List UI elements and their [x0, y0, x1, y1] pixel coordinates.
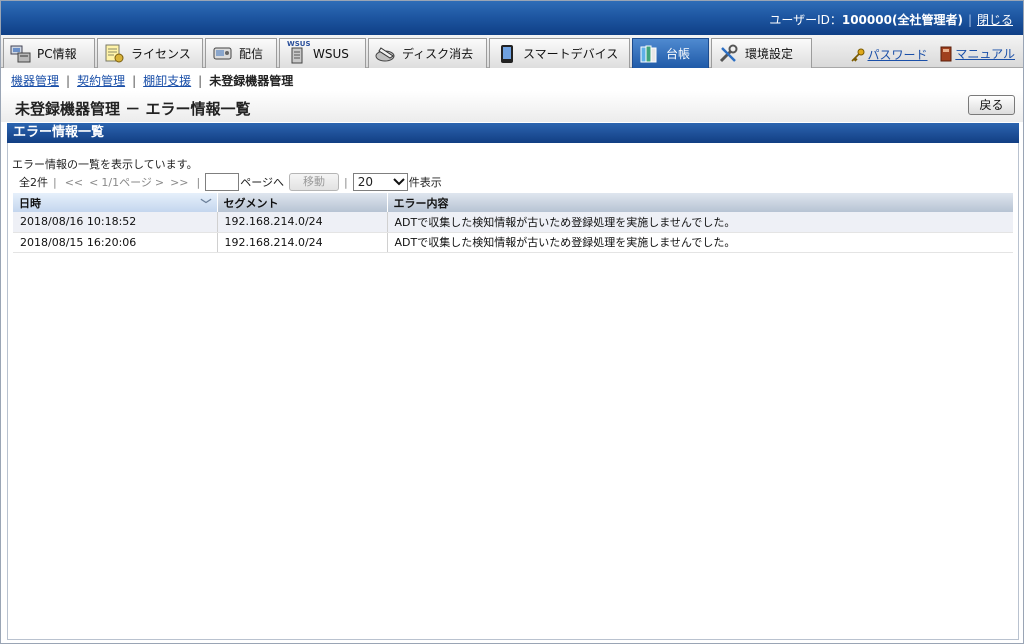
breadcrumb-inventory-support[interactable]: 棚卸支援 — [143, 74, 191, 88]
breadcrumb-contract-management[interactable]: 契約管理 — [77, 74, 125, 88]
smart-device-icon — [496, 44, 518, 64]
page-number-input[interactable] — [205, 173, 240, 191]
tab-label: スマートデバイス — [523, 47, 619, 61]
back-button[interactable]: 戻る — [968, 95, 1015, 115]
pager-separator: | — [196, 175, 201, 189]
page-size-select[interactable]: 20 — [352, 173, 408, 191]
tab-label: WSUS — [313, 46, 349, 61]
page-size-value: 20 — [357, 175, 374, 189]
tab-label: ディスク消去 — [402, 47, 474, 61]
pc-icon — [10, 44, 32, 64]
top-header-bar: ユーザーID：100000(全社管理者) | 閉じる — [1, 1, 1023, 35]
tab-label: ライセンス — [131, 47, 191, 61]
cell-datetime: 2018/08/16 10:18:52 — [13, 212, 218, 233]
ledger-icon — [639, 44, 661, 64]
settings-icon — [718, 44, 740, 64]
first-page-button[interactable]: << — [65, 176, 83, 189]
tab-label: 環境設定 — [745, 47, 794, 61]
tab-pc-info[interactable]: PC情報 — [3, 38, 95, 68]
user-id-label: ユーザーID： — [769, 13, 842, 27]
app-window: ユーザーID：100000(全社管理者) | 閉じる PC情報 ライセンス 配信 W… — [0, 0, 1024, 644]
prev-page-button[interactable]: < — [89, 176, 98, 189]
table-header-row: 日時 ﹀ セグメント エラー内容 — [13, 193, 1013, 212]
user-info: ユーザーID：100000(全社管理者) | 閉じる — [769, 11, 1013, 28]
header-separator: | — [967, 13, 972, 27]
column-header-datetime[interactable]: 日時 ﹀ — [13, 193, 218, 212]
wsus-icon: WSUS — [286, 40, 311, 64]
user-id-value: 100000(全社管理者) — [841, 13, 963, 27]
manual-link-group: マニュアル — [939, 45, 1015, 62]
chevron-down-icon — [393, 178, 405, 186]
tab-smart-device[interactable]: スマートデバイス — [489, 38, 630, 68]
page-info: 1/1ページ — [101, 176, 152, 189]
column-header-segment[interactable]: セグメント — [217, 193, 388, 212]
breadcrumb-separator: | — [132, 74, 137, 88]
cell-error: ADTで収集した検知情報が古いため登録処理を実施しませんでした。 — [387, 232, 1013, 253]
list-description: エラー情報の一覧を表示しています。 — [12, 158, 198, 171]
delivery-icon — [212, 44, 234, 64]
disk-erase-icon — [375, 44, 397, 64]
section-header: エラー情報一覧 — [7, 123, 1019, 143]
sort-descending-icon[interactable]: ﹀ — [201, 196, 212, 212]
tab-label: 配信 — [239, 47, 264, 61]
move-button[interactable]: 移動 — [289, 173, 340, 191]
next-page-button[interactable]: > — [155, 176, 164, 189]
main-tab-bar: PC情報 ライセンス 配信 WSUS WSUS ディスク消去 スマートデバイス … — [1, 35, 1023, 68]
error-table: 日時 ﹀ セグメント エラー内容 2018/08/16 10:18:52 192… — [13, 193, 1013, 253]
pagination-bar: 全2件 | << < 1/1ページ > >> | ページへ 移動 | 20 件表… — [19, 173, 442, 191]
close-link[interactable]: 閉じる — [977, 13, 1013, 27]
manual-book-icon — [940, 46, 952, 61]
tab-disk-erase[interactable]: ディスク消去 — [368, 38, 487, 68]
page-title: 未登録機器管理 － エラー情報一覧 — [15, 100, 251, 118]
password-link[interactable]: パスワード — [868, 46, 928, 63]
tab-license[interactable]: ライセンス — [97, 38, 203, 68]
key-icon — [850, 48, 865, 62]
last-page-button[interactable]: >> — [170, 176, 188, 189]
column-header-label: エラー内容 — [393, 196, 449, 210]
wsus-tag: WSUS — [287, 39, 311, 48]
cell-segment: 192.168.214.0/24 — [217, 212, 388, 233]
table-row[interactable]: 2018/08/15 16:20:06 192.168.214.0/24 ADT… — [13, 232, 1013, 253]
table-row[interactable]: 2018/08/16 10:18:52 192.168.214.0/24 ADT… — [13, 212, 1013, 233]
breadcrumb-separator: | — [198, 74, 203, 88]
page-suffix-label: ページへ — [240, 176, 285, 189]
utility-links: パスワード マニュアル — [842, 45, 1015, 65]
column-header-label: セグメント — [223, 196, 279, 210]
breadcrumb-device-management[interactable]: 機器管理 — [11, 74, 59, 88]
page-size-suffix: 件表示 — [408, 176, 442, 189]
pager-separator: | — [53, 175, 57, 189]
tab-label: PC情報 — [37, 47, 77, 61]
breadcrumb-current: 未登録機器管理 — [209, 74, 294, 88]
column-header-error[interactable]: エラー内容 — [387, 193, 1013, 212]
breadcrumb: 機器管理 | 契約管理 | 棚卸支援 | 未登録機器管理 — [11, 72, 293, 89]
cell-segment: 192.168.214.0/24 — [217, 232, 388, 253]
tab-ledger[interactable]: 台帳 — [632, 38, 709, 68]
tab-delivery[interactable]: 配信 — [205, 38, 277, 68]
page-title-bar: 未登録機器管理 － エラー情報一覧 戻る — [1, 91, 1023, 122]
tab-label: 台帳 — [666, 47, 691, 61]
cell-datetime: 2018/08/15 16:20:06 — [13, 232, 218, 253]
cell-error: ADTで収集した検知情報が古いため登録処理を実施しませんでした。 — [387, 212, 1013, 233]
pager-separator: | — [344, 175, 348, 189]
breadcrumb-separator: | — [66, 74, 71, 88]
tab-settings[interactable]: 環境設定 — [711, 38, 812, 68]
tab-wsus[interactable]: WSUS WSUS — [279, 38, 366, 68]
password-link-group: パスワード — [850, 46, 928, 63]
manual-link[interactable]: マニュアル — [955, 45, 1015, 62]
total-count: 全2件 — [19, 176, 48, 189]
license-icon — [104, 44, 126, 64]
column-header-label: 日時 — [19, 196, 41, 210]
